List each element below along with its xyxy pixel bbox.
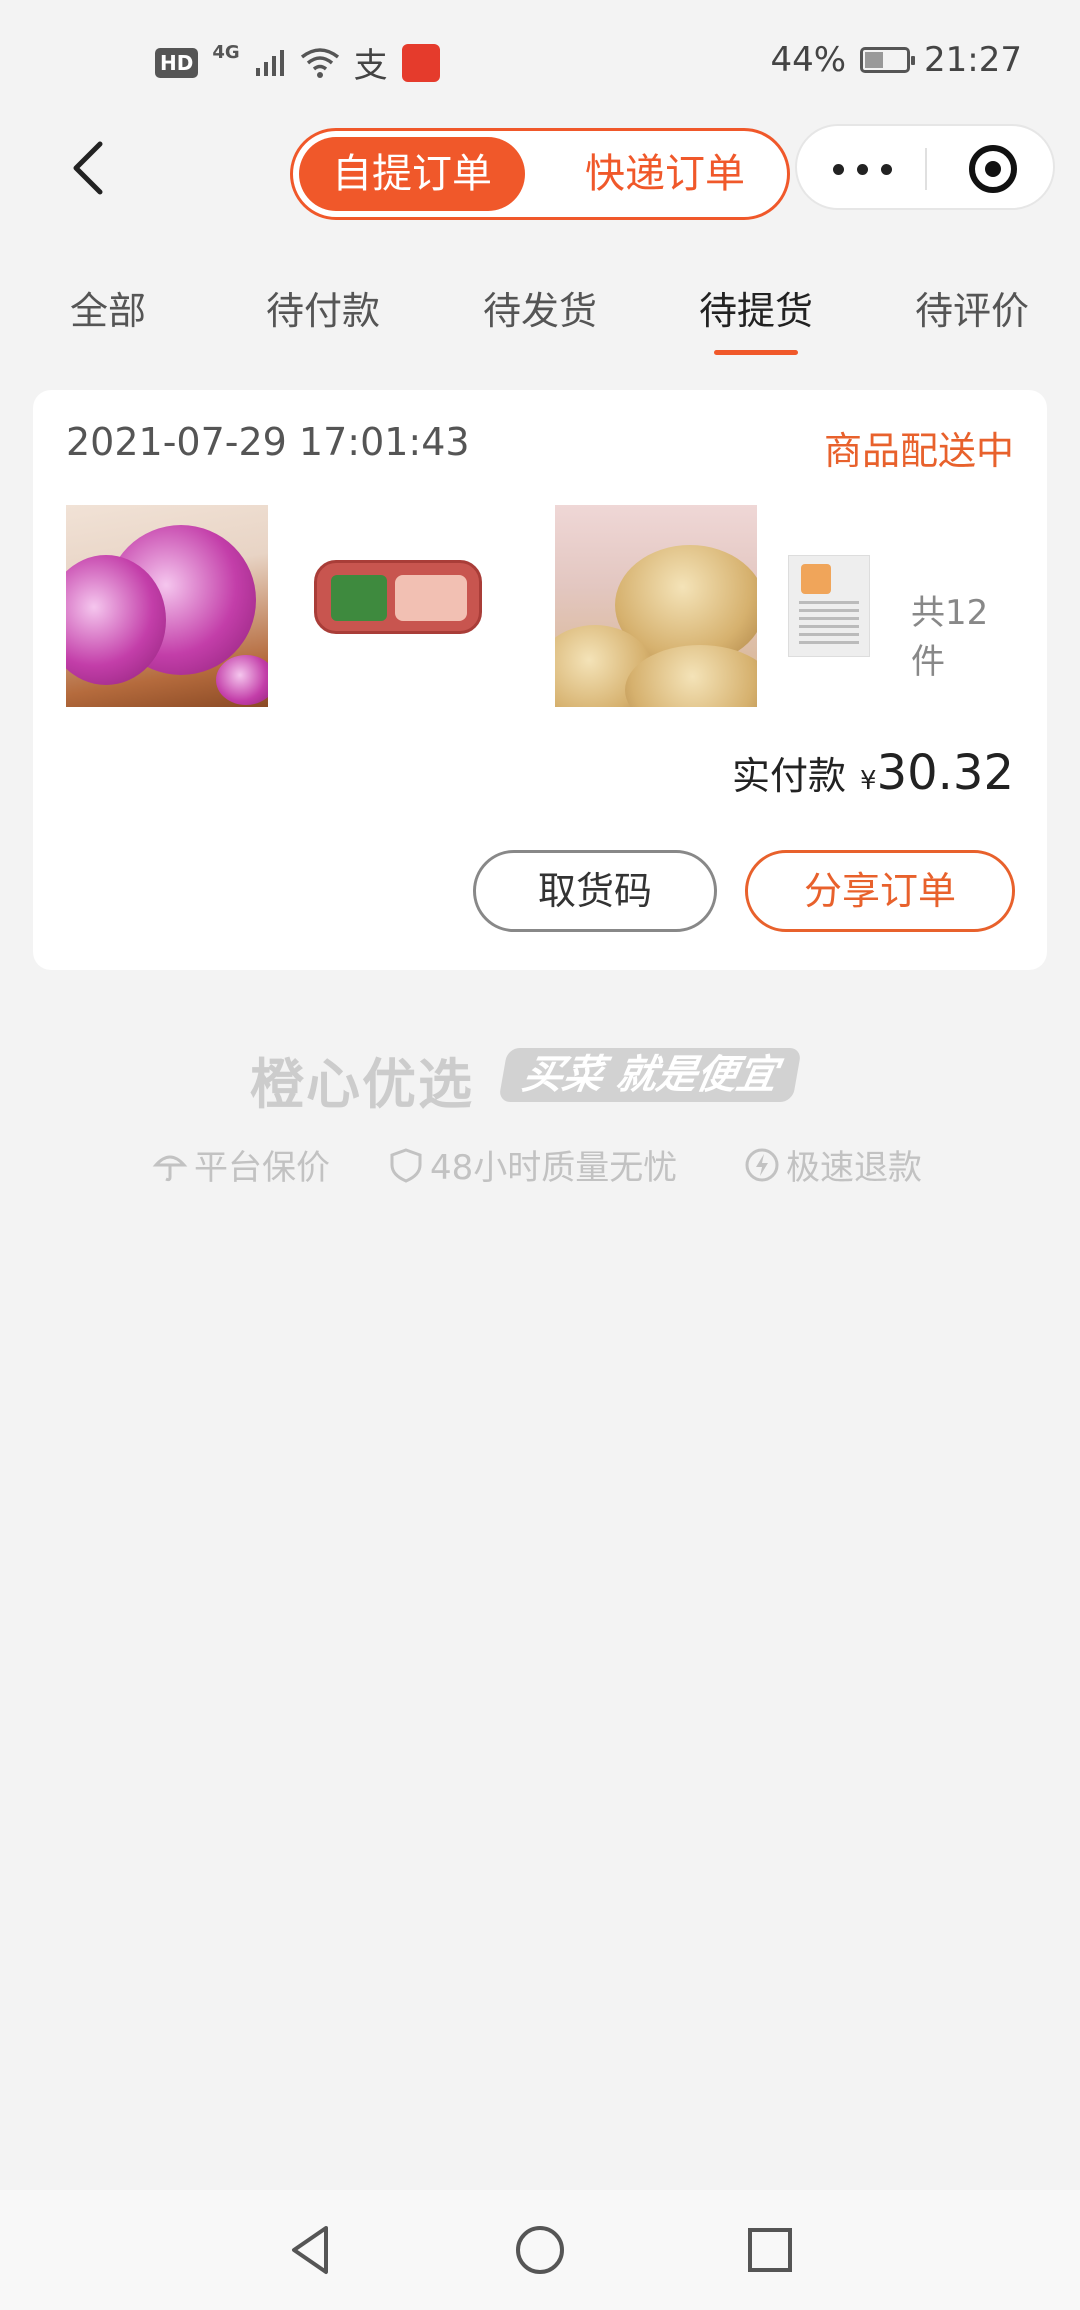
tab-pending-pickup[interactable]: 待提货	[681, 280, 831, 335]
product-image-potato	[555, 505, 757, 707]
status-left: HD 4G 支	[155, 38, 440, 87]
clock: 21:27	[924, 40, 1022, 80]
segment-pickup-orders[interactable]: 自提订单	[299, 137, 525, 211]
guarantee-fast-refund: 极速退款	[744, 1140, 922, 1189]
capsule-divider	[925, 148, 927, 190]
miniprogram-capsule	[795, 124, 1055, 210]
item-count: 共12件	[911, 593, 989, 682]
back-arrow-icon[interactable]	[62, 138, 122, 198]
battery-fill	[865, 52, 884, 68]
paid-label: 实付款	[732, 754, 847, 798]
lightning-icon	[745, 1148, 779, 1181]
tab-pending-payment[interactable]: 待付款	[248, 280, 398, 335]
product-image-onion	[66, 505, 268, 707]
paid-amount: 实付款 ¥ 30.32	[732, 745, 1014, 801]
active-tab-indicator	[714, 350, 798, 355]
app-notification-icon	[401, 43, 440, 82]
segment-express-orders[interactable]: 快递订单	[555, 137, 775, 211]
nav-recents-icon[interactable]	[740, 2220, 800, 2280]
header: 自提订单 快递订单	[0, 120, 1080, 230]
battery-percent: 44%	[770, 40, 847, 80]
close-miniprogram-icon[interactable]	[969, 145, 1017, 193]
nav-home-icon[interactable]	[510, 2220, 570, 2280]
nav-back-icon[interactable]	[280, 2220, 340, 2280]
status-bar: HD 4G 支 44% 21:27	[0, 0, 1080, 120]
order-status-tabs: 全部 待付款 待发货 待提货 待评价	[0, 280, 1080, 360]
battery-icon	[860, 47, 916, 73]
brand-footer: 橙心优选 买菜 就是便宜 平台保价 48小时质量无忧 极速退款	[0, 1040, 1080, 1220]
umbrella-icon	[152, 1155, 188, 1181]
signal-icon	[255, 49, 284, 76]
order-card[interactable]: 2021-07-29 17:01:43 商品配送中 共12件 实付款 ¥ 30.…	[33, 390, 1047, 970]
shield-icon	[390, 1147, 422, 1183]
hd-icon: HD	[155, 47, 199, 78]
product-image-ham	[294, 505, 496, 707]
product-image-snack	[788, 555, 870, 657]
tab-pending-review[interactable]: 待评价	[897, 280, 1047, 335]
wifi-icon	[300, 47, 339, 78]
order-status: 商品配送中	[823, 429, 1014, 473]
share-order-button[interactable]: 分享订单	[745, 850, 1015, 932]
guarantee-label: 极速退款	[786, 1148, 922, 1188]
brand-slogan: 买菜 就是便宜	[498, 1048, 802, 1102]
order-time: 2021-07-29 17:01:43	[66, 420, 470, 464]
more-icon[interactable]	[833, 164, 893, 176]
system-navigation-bar	[0, 2190, 1080, 2310]
guarantee-48h-quality: 48小时质量无忧	[388, 1140, 677, 1189]
pickup-code-button[interactable]: 取货码	[473, 850, 717, 932]
guarantee-label: 48小时质量无忧	[430, 1148, 678, 1188]
product-thumbnails[interactable]: 共12件	[66, 505, 1016, 710]
guarantee-label: 平台保价	[194, 1148, 330, 1188]
currency-symbol: ¥	[860, 766, 877, 796]
alipay-icon: 支	[353, 46, 388, 86]
paid-value: 30.32	[876, 745, 1014, 801]
brand-name: 橙心优选	[250, 1053, 474, 1116]
tab-all[interactable]: 全部	[33, 280, 183, 335]
guarantee-price-protection: 平台保价	[152, 1140, 330, 1189]
order-type-switch: 自提订单 快递订单	[290, 128, 790, 220]
tab-pending-shipment[interactable]: 待发货	[465, 280, 615, 335]
status-right: 44% 21:27	[770, 40, 1022, 80]
network-type: 4G	[212, 42, 240, 63]
